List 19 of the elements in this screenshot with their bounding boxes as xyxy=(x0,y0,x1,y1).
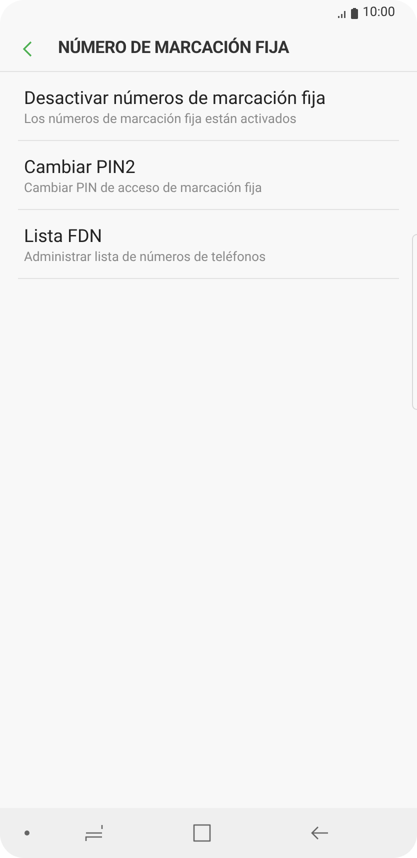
back-arrow-icon[interactable] xyxy=(311,826,329,840)
home-icon[interactable] xyxy=(193,824,211,842)
item-subtitle: Administrar lista de números de teléfonos xyxy=(24,249,267,267)
edge-panel-handle[interactable] xyxy=(412,234,417,410)
recent-apps-icon[interactable] xyxy=(85,823,103,843)
item-title: Lista FDN xyxy=(24,225,104,249)
back-button[interactable] xyxy=(20,38,34,58)
settings-item[interactable]: Cambiar PIN2 Cambiar PIN de acceso de marcación fija xyxy=(18,141,399,210)
item-title: Desactivar números de marcación fija xyxy=(24,87,327,111)
item-title: Cambiar PIN2 xyxy=(24,156,136,180)
page-title: NÚMERO DE MARCACIÓN FIJA xyxy=(58,36,289,60)
signal-icon xyxy=(338,8,348,18)
clock-time: 10:00 xyxy=(362,4,395,22)
settings-item[interactable]: Desactivar números de marcación fija Los números de marcación fija están activados xyxy=(18,72,399,141)
dot-icon[interactable] xyxy=(24,830,30,836)
item-subtitle: Cambiar PIN de acceso de marcación fija xyxy=(24,180,263,198)
item-subtitle: Los números de marcación fija están activados xyxy=(24,111,298,129)
battery-icon xyxy=(350,8,358,18)
settings-item[interactable]: Lista FDN Administrar lista de números de teléfonos xyxy=(18,210,399,279)
